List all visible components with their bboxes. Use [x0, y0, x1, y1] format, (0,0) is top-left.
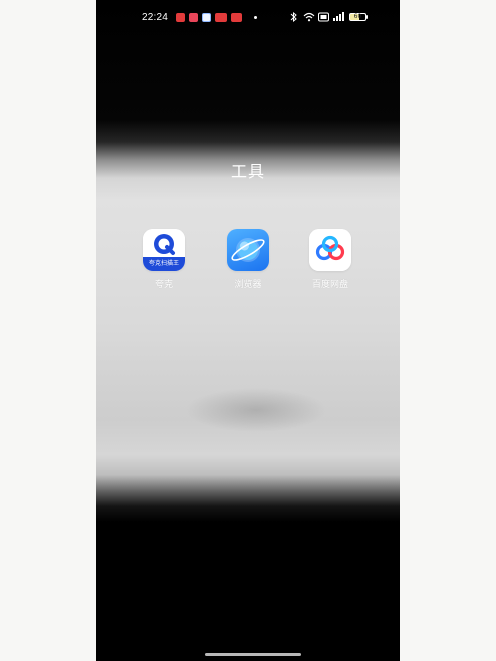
- blurred-home-background: [96, 0, 400, 661]
- quark-app-label: 夸克: [154, 280, 173, 290]
- quark-icon-badge-text: 夸克扫描王: [148, 260, 179, 267]
- home-indicator[interactable]: [205, 653, 301, 656]
- status-bar: 22:24 60: [96, 8, 400, 26]
- status-time: 22:24: [142, 12, 169, 23]
- quark-app[interactable]: 夸克扫描王 夸克: [132, 229, 196, 290]
- baidu-cloud-icon: [309, 229, 351, 271]
- quark-icon: 夸克扫描王: [143, 229, 185, 271]
- blue-app-icon: [202, 13, 211, 22]
- red-app-icon: [231, 13, 242, 22]
- signal-icon: [332, 12, 345, 25]
- baidu-netdisk-app-label: 百度网盘: [311, 280, 348, 290]
- red-app-icon: [176, 13, 185, 22]
- battery-icon: 60: [349, 13, 368, 21]
- red-app-icon: [189, 13, 198, 22]
- folder-title: 工具: [230, 162, 265, 181]
- wifi-icon: [303, 12, 315, 25]
- browser-app[interactable]: 浏览器: [216, 229, 280, 290]
- red-app-icon: [215, 13, 227, 22]
- browser-app-label: 浏览器: [234, 280, 262, 290]
- bluetooth-icon: [290, 11, 297, 25]
- planet-browser-icon: [227, 229, 269, 271]
- more-notifications-dot: [254, 16, 257, 19]
- baidu-netdisk-app[interactable]: 百度网盘: [298, 229, 362, 290]
- hd-icon: [318, 12, 329, 25]
- screenshot-stage: 22:24 60 工具 夸克扫描王 夸克 浏览器 百度网盘: [0, 0, 496, 661]
- phone-screen: 22:24 60 工具 夸克扫描王 夸克 浏览器 百度网盘: [96, 0, 400, 661]
